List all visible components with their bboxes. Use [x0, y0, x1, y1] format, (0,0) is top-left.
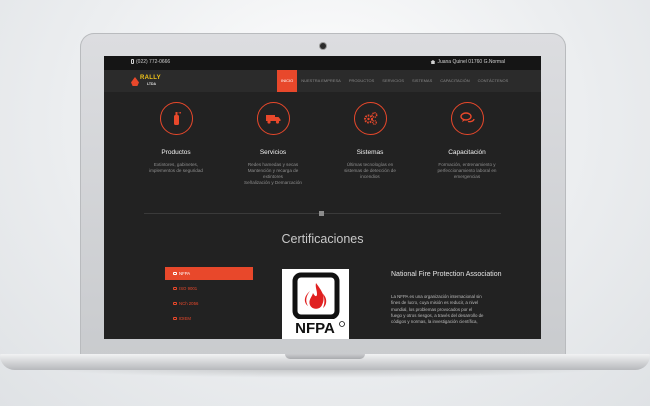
tab-hand-icon: [173, 272, 177, 275]
tab-label: ISO 9001: [179, 286, 198, 291]
tab-nfpa[interactable]: NFPA: [165, 267, 253, 280]
tab-hand-icon: [173, 302, 177, 305]
nav-item-nuestra-empresa[interactable]: NUESTRA EMPRESA: [297, 70, 345, 92]
nav-menu: INICIO NUESTRA EMPRESA PRODUCTOS SERVICI…: [277, 70, 512, 92]
service-line: incendios: [360, 174, 380, 179]
description-line: códigos y normas, la investigación cient…: [391, 319, 478, 325]
brand-logo[interactable]: RALLY LTDA: [131, 75, 171, 88]
tab-label: NFPA: [179, 271, 191, 276]
service-icon-circle: [353, 102, 387, 135]
nav-item-inicio[interactable]: INICIO: [277, 70, 298, 92]
service-capacitacion[interactable]: Capacitación Formación, entrenamiento y …: [419, 102, 515, 180]
service-title: Sistemas: [356, 149, 384, 156]
laptop-hinge-notch: [285, 354, 365, 359]
webcam-icon: [320, 43, 326, 49]
tab-idiem[interactable]: IDIEM: [165, 312, 253, 325]
service-title: Servicios: [259, 149, 287, 156]
tab-label: IDIEM: [179, 316, 191, 321]
phone-number: (022) 772-0666: [131, 59, 170, 65]
phone-icon: [131, 59, 134, 64]
nfpa-logo: NFPA: [282, 269, 349, 339]
gears-icon: [363, 112, 377, 125]
nfpa-logo-graphic: NFPA: [292, 272, 345, 337]
tab-iso-9001[interactable]: ISO 9001: [165, 282, 253, 295]
certifications-heading: Certificaciones: [281, 232, 364, 246]
certification-description: La NFPA es una organización internaciona…: [391, 294, 495, 325]
service-title: Productos: [161, 149, 191, 156]
top-info-bar: (022) 772-0666 Juana Quinel 01760 G.Norm…: [104, 56, 541, 70]
chat-bubbles-icon: [459, 112, 475, 123]
service-description: Formación, entrenamiento y perfeccionami…: [419, 162, 515, 180]
service-description: Extintores, gabinetes, implementos de se…: [128, 162, 224, 174]
service-title: Capacitación: [448, 149, 486, 156]
service-description: Redes hamedas y secas Mantención y recar…: [225, 162, 321, 186]
service-icon-circle: [256, 102, 290, 135]
divider-square-icon: [319, 211, 324, 216]
brand-name: RALLY: [140, 75, 161, 81]
flame-logo-icon: [131, 77, 139, 86]
service-line: emergencias: [453, 174, 481, 179]
services-section: Productos Extintores, gabinetes, impleme…: [104, 102, 541, 212]
tab-hand-icon: [173, 287, 177, 290]
truck-icon: [265, 115, 280, 124]
service-description: Últimas tecnologías en sistemas de detec…: [322, 162, 418, 180]
service-productos[interactable]: Productos Extintores, gabinetes, impleme…: [128, 102, 224, 174]
service-servicios[interactable]: Servicios Redes hamedas y secas Mantenci…: [225, 102, 321, 186]
nav-item-sistemas[interactable]: SISTEMAS: [408, 70, 436, 92]
service-icon-circle: [159, 102, 193, 135]
home-icon: [430, 60, 436, 64]
nav-item-capacitacion[interactable]: CAPACITACIÓN: [436, 70, 473, 92]
address: Juana Quinel 01760 G.Normal: [430, 59, 505, 65]
service-sistemas[interactable]: Sistemas Últimas tecnologías en sistemas…: [322, 102, 418, 180]
service-line: Señalización y Demarcación: [244, 180, 302, 185]
nav-item-servicios[interactable]: SERVICIOS: [378, 70, 408, 92]
tab-hand-icon: [173, 317, 177, 320]
nav-item-productos[interactable]: PRODUCTOS: [345, 70, 378, 92]
brand-suffix: LTDA: [147, 82, 157, 86]
certification-tabs: NFPA ISO 9001 NCh 2056 IDIEM: [165, 267, 253, 327]
address-text: Juana Quinel 01760 G.Normal: [437, 59, 505, 65]
service-icon-circle: [450, 102, 484, 135]
main-navbar: RALLY LTDA INICIO NUESTRA EMPRESA PRODUC…: [104, 70, 541, 92]
certification-title: National Fire Protection Association: [391, 271, 502, 278]
phone-text: (022) 772-0666: [136, 59, 171, 65]
tab-nch-2056[interactable]: NCh 2056: [165, 297, 253, 310]
nav-item-contactenos[interactable]: CONTÁCTENOS: [474, 70, 513, 92]
fire-extinguisher-icon: [173, 112, 181, 125]
website-screen: (022) 772-0666 Juana Quinel 01760 G.Norm…: [104, 56, 541, 339]
nfpa-logo-text: NFPA: [295, 320, 335, 337]
service-line: implementos de seguridad: [149, 168, 203, 173]
tab-label: NCh 2056: [179, 301, 199, 306]
